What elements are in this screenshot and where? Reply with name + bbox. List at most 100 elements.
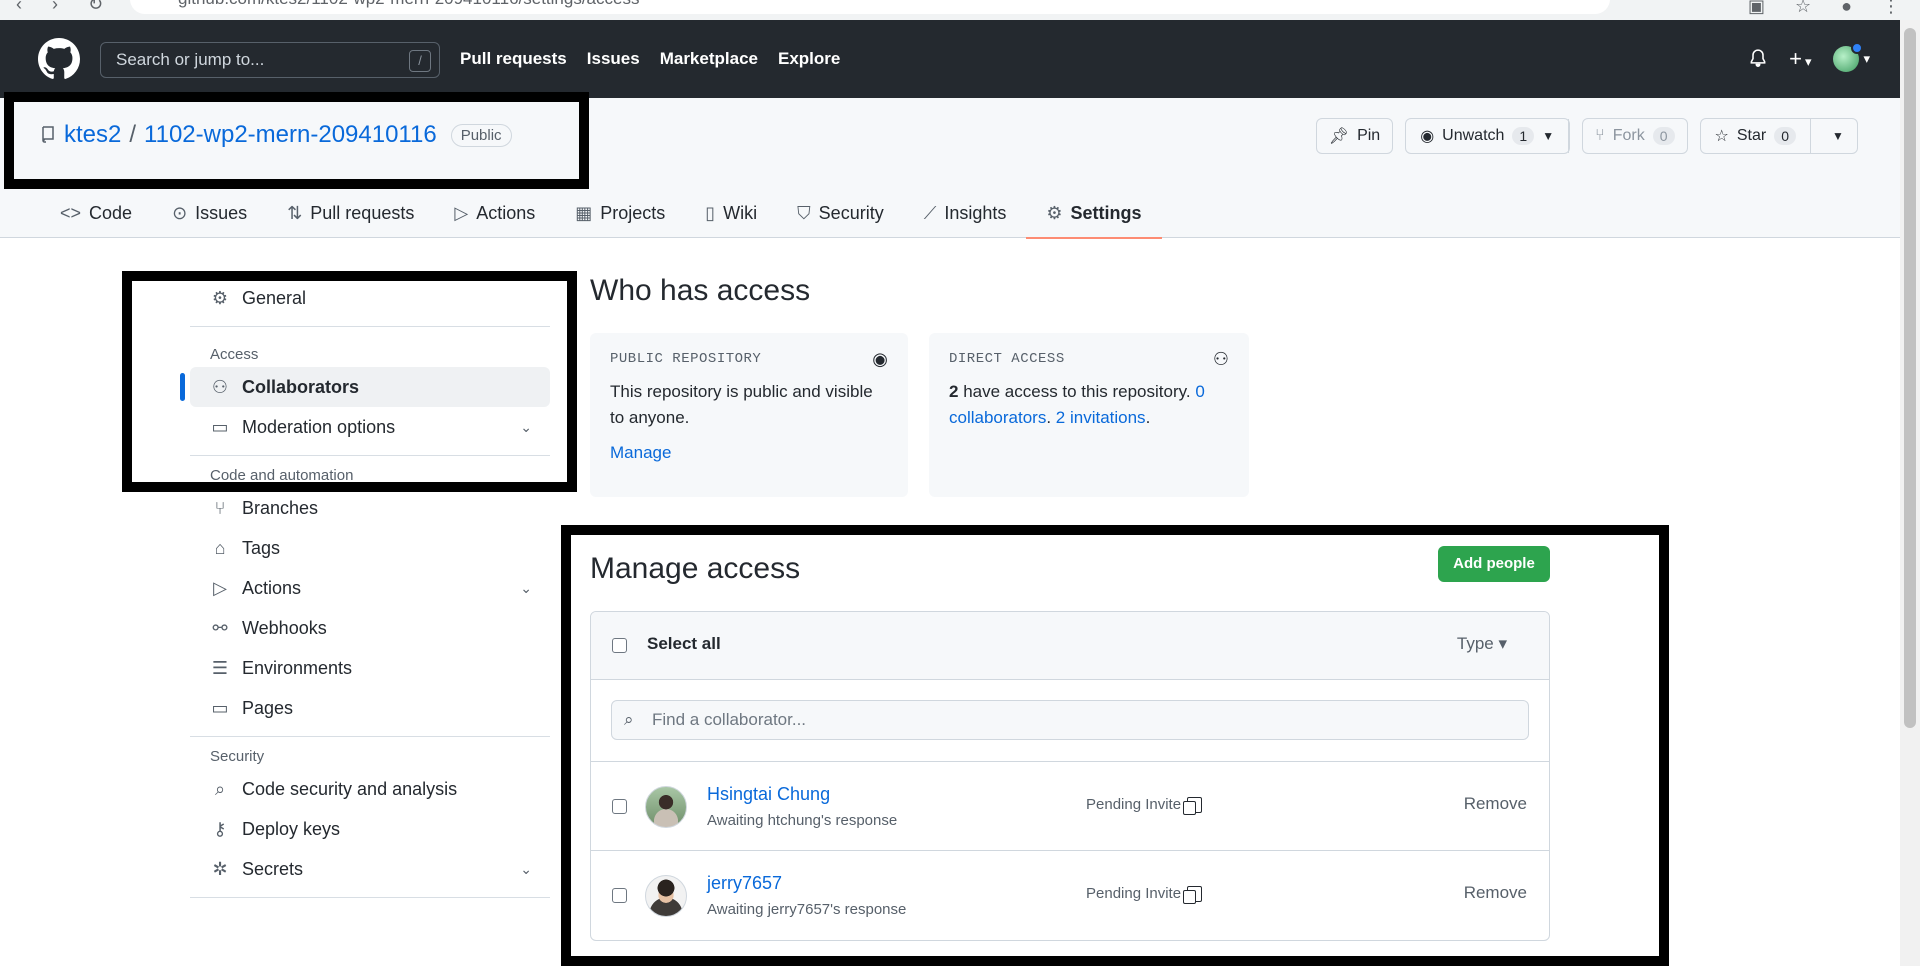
table-row: Hsingtai Chung Awaiting htchung's respon… [591, 762, 1549, 851]
manage-access-heading: Manage access [590, 552, 801, 585]
tab-label: Insights [944, 202, 1007, 223]
tab-label: Pull requests [310, 202, 415, 223]
eye-icon: ◉ [872, 349, 888, 369]
unwatch-button[interactable]: ◉ Unwatch 1 ▼ [1405, 118, 1571, 154]
nav-explore[interactable]: Explore [778, 49, 840, 69]
divider [190, 455, 550, 456]
remove-button[interactable]: Remove [1464, 883, 1527, 903]
extension-icon[interactable]: ▣ [1748, 0, 1765, 17]
star-button[interactable]: ☆ Star 0 ▼ [1699, 118, 1858, 154]
sidebar-item-actions[interactable]: ▷ Actions ⌄ [190, 568, 550, 608]
chevron-down-icon: ⌄ [520, 860, 532, 877]
address-bar[interactable]: github.com/ktes2/1102-wp2-mern-209410116… [130, 0, 1610, 14]
tag-icon: ⌂ [214, 537, 226, 558]
sidebar-item-branches[interactable]: ⑂ Branches [190, 488, 550, 528]
sidebar-item-label: Secrets [242, 858, 304, 879]
visibility-badge: Public [450, 123, 512, 147]
row-checkbox[interactable] [612, 799, 627, 814]
find-collaborator-input[interactable]: ⌕ Find a collaborator... [611, 700, 1529, 740]
search-placeholder: Search or jump to... [116, 50, 265, 69]
sidebar-item-pages[interactable]: ▭ Pages [190, 688, 550, 728]
collaborator-status-text: Awaiting jerry7657's response [707, 901, 907, 918]
scrollbar-thumb[interactable] [1904, 28, 1916, 728]
sidebar-item-label: Deploy keys [242, 818, 341, 839]
repo-owner-link[interactable]: ktes2 [64, 121, 121, 149]
back-icon[interactable]: ‹ [16, 0, 22, 15]
sidebar-item-code-security[interactable]: ⌕ Code security and analysis [190, 769, 550, 809]
user-menu[interactable]: ▾ [1833, 42, 1870, 72]
page-scrollbar[interactable] [1900, 20, 1920, 966]
row-checkbox[interactable] [612, 888, 627, 903]
server-icon: ☰ [211, 657, 229, 678]
gear-icon: ⚙ [1046, 202, 1063, 223]
sidebar-item-webhooks[interactable]: ⚯ Webhooks [190, 608, 550, 648]
manage-link[interactable]: Manage [610, 443, 888, 463]
sidebar-item-moderation[interactable]: ▭ Moderation options ⌄ [190, 407, 550, 447]
sidebar-item-general[interactable]: ⚙ General [190, 278, 550, 318]
create-new-button[interactable]: + ▾ [1789, 46, 1811, 72]
invitations-link[interactable]: 2 invitations [1056, 408, 1146, 427]
asterisk-icon: ✲ [212, 858, 228, 879]
tab-label: Actions [476, 202, 536, 223]
comment-discussion-icon: ▭ [211, 416, 229, 437]
tab-code[interactable]: <> Code [40, 188, 152, 238]
pending-invite: Pending Invite [1086, 796, 1203, 815]
git-branch-icon: ⑂ [214, 497, 226, 518]
nav-marketplace[interactable]: Marketplace [660, 49, 758, 69]
tab-label: Code [89, 202, 133, 223]
type-filter-dropdown[interactable]: Type ▾ [1457, 634, 1507, 654]
bookmark-star-icon[interactable]: ☆ [1795, 0, 1811, 17]
tab-issues[interactable]: ⊙ Issues [152, 188, 267, 238]
sidebar-item-deploy-keys[interactable]: ⚷ Deploy keys [190, 809, 550, 849]
settings-sidebar: ⚙ General Access ⚇ Collaborators ▭ Moderati… [180, 278, 550, 906]
select-all-checkbox[interactable] [612, 638, 627, 653]
repo-name-link[interactable]: 1102-wp2-mern-209410116 [144, 121, 437, 149]
sidebar-item-label: Actions [242, 577, 302, 598]
reload-icon[interactable]: ↻ [88, 0, 103, 15]
pin-button[interactable]: 📌︎ Pin [1315, 118, 1394, 154]
who-has-access-heading: Who has access [590, 274, 811, 307]
github-logo-icon[interactable] [38, 38, 80, 80]
code-icon: <> [60, 202, 82, 223]
sidebar-item-collaborators[interactable]: ⚇ Collaborators [180, 367, 550, 407]
tab-wiki[interactable]: ▯ Wiki [685, 188, 777, 238]
copy-icon[interactable] [1183, 796, 1203, 815]
tab-projects[interactable]: ▦ Projects [555, 188, 685, 238]
nav-pull-requests[interactable]: Pull requests [460, 49, 567, 69]
star-icon: ☆ [1714, 128, 1729, 145]
collaborator-search-row: ⌕ Find a collaborator... [591, 680, 1549, 762]
pin-label: Pin [1357, 127, 1381, 144]
sidebar-group-code-automation: Code and automation [210, 467, 354, 484]
add-people-button[interactable]: Add people [1438, 546, 1550, 582]
tab-settings[interactable]: ⚙ Settings [1026, 188, 1162, 239]
tab-actions[interactable]: ▷ Actions [434, 188, 555, 238]
chevron-down-icon: ▼ [1542, 129, 1555, 143]
nav-issues[interactable]: Issues [587, 49, 640, 69]
collaborator-name-link[interactable]: Hsingtai Chung [707, 784, 830, 805]
tab-security[interactable]: ⛉ Security [777, 188, 904, 238]
search-placeholder: Find a collaborator... [652, 710, 807, 729]
book-icon: ▯ [705, 202, 716, 223]
menu-icon[interactable]: ⋮ [1882, 0, 1900, 17]
tab-pull-requests[interactable]: ⇅ Pull requests [267, 188, 434, 238]
direct-access-card: DIRECT ACCESS ⚇ 2 have access to this re… [929, 333, 1249, 497]
sidebar-item-environments[interactable]: ☰ Environments [190, 648, 550, 688]
fork-button[interactable]: ⑂ Fork 0 [1582, 118, 1688, 154]
repo-separator: / [129, 121, 137, 148]
forward-icon[interactable]: › [52, 0, 58, 15]
sidebar-item-label: Tags [242, 537, 281, 558]
global-search-input[interactable]: Search or jump to... / [100, 42, 440, 78]
sidebar-item-secrets[interactable]: ✲ Secrets ⌄ [190, 849, 550, 889]
star-dropdown-chevron-icon[interactable]: ▼ [1819, 129, 1857, 143]
profile-icon[interactable]: ● [1841, 0, 1852, 17]
bell-icon[interactable] [1749, 49, 1767, 69]
repo-header: ktes2 / 1102-wp2-mern-209410116 Public 📌… [0, 98, 1900, 239]
sidebar-item-tags[interactable]: ⌂ Tags [190, 528, 550, 568]
watch-count: 1 [1512, 127, 1535, 145]
copy-icon[interactable] [1183, 885, 1203, 904]
webhook-icon: ⚯ [212, 617, 228, 638]
tab-insights[interactable]: ⟋ Insights [904, 188, 1027, 238]
collaborator-name-link[interactable]: jerry7657 [707, 873, 782, 894]
tab-label: Settings [1070, 202, 1142, 223]
remove-button[interactable]: Remove [1464, 794, 1527, 814]
